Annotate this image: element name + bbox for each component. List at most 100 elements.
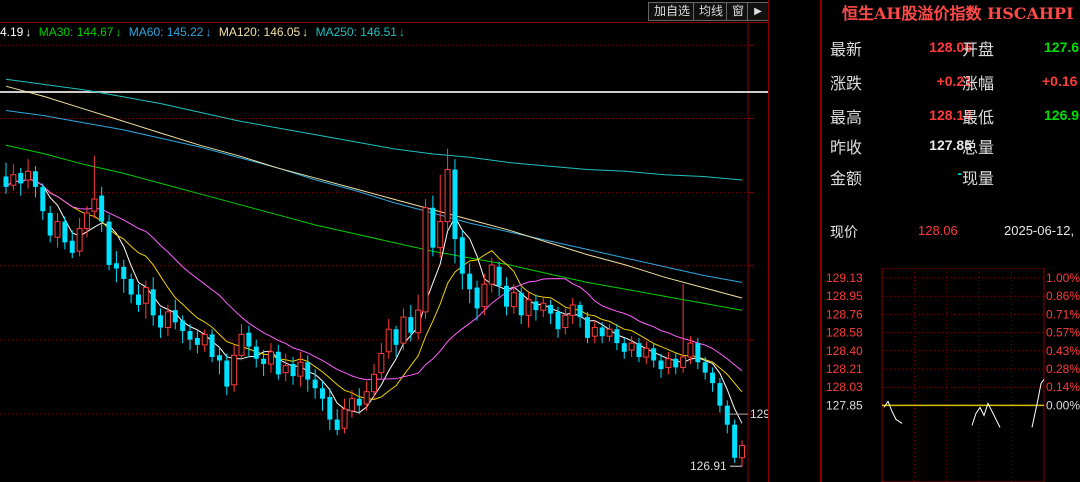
moving-average-button[interactable]: 均线: [693, 2, 729, 21]
candle-body: [584, 317, 590, 338]
candle-body: [10, 174, 17, 186]
intraday-line: [1031, 379, 1045, 428]
candle-body: [216, 355, 222, 361]
candle-body: [459, 237, 465, 274]
candle-body: [267, 351, 274, 365]
candle-body: [430, 207, 436, 248]
candle-body: [437, 221, 444, 249]
candle-body: [106, 221, 112, 266]
candle-body: [187, 330, 193, 340]
candle-body: [658, 360, 664, 370]
current-price-value: 128.06: [918, 223, 958, 238]
add-to-watchlist-button[interactable]: 加自选: [648, 2, 696, 21]
panel-gap: [769, 0, 823, 482]
candle-body: [3, 176, 9, 187]
candle-body: [297, 361, 304, 377]
quote-label: 总量: [962, 140, 995, 157]
mini-right-label: 0.71%: [1046, 307, 1080, 321]
mini-left-label: 128.76: [826, 307, 863, 321]
candle-body: [621, 343, 627, 352]
candle-body: [628, 342, 635, 351]
candle-body: [62, 221, 68, 243]
candle-body: [32, 171, 38, 187]
candle-body: [378, 353, 385, 374]
candle-body: [238, 333, 245, 356]
quote-value: 127.6: [1044, 39, 1080, 55]
quote-value: 128.14: [929, 107, 972, 123]
candle-body: [341, 408, 348, 429]
quote-label: 昨收: [830, 140, 863, 157]
candle-body: [180, 320, 186, 331]
candle-body: [599, 327, 605, 337]
candlestick-chart[interactable]: 151.16146.94142.67138.46134.18129.91129.…: [0, 22, 768, 482]
last-price-tag: 129.: [750, 407, 768, 421]
candle-body: [444, 169, 451, 223]
candle-body: [282, 365, 289, 374]
quote-value: 128.06: [929, 39, 972, 55]
candle-body: [231, 354, 238, 386]
candle-body: [113, 263, 119, 269]
candle-body: [164, 311, 171, 329]
candle-body: [555, 311, 561, 330]
ma-line-ma250: [5, 78, 743, 181]
candle-body: [172, 310, 178, 323]
candle-body: [481, 283, 488, 308]
mini-left-label: 129.13: [826, 271, 863, 285]
candle-body: [121, 266, 127, 279]
mini-right-label: 0.43%: [1046, 344, 1080, 358]
candle-body: [393, 329, 399, 345]
candle-body: [356, 398, 362, 406]
candle-body: [687, 342, 694, 358]
security-title: 恒生AH股溢价指数 HSCAHPI: [842, 4, 1074, 23]
candle-body: [724, 405, 730, 425]
candle-body: [370, 373, 378, 393]
candle-body: [422, 207, 429, 313]
mini-left-label: 128.21: [826, 362, 863, 376]
current-price-label: 现价: [830, 224, 858, 240]
candle-body: [91, 198, 98, 212]
candle-body: [673, 358, 679, 368]
play-arrow-icon[interactable]: ▶: [747, 2, 769, 21]
quote-value: -: [957, 165, 962, 181]
candle-body: [738, 445, 746, 459]
candle-body: [467, 273, 473, 290]
candle-body: [591, 327, 598, 337]
candle-body: [732, 424, 738, 458]
mini-right-label: 0.00%: [1046, 398, 1080, 412]
current-price-row: 现价 128.06 2025-06-12,: [830, 222, 1080, 242]
candle-body: [201, 333, 208, 346]
candle-body: [496, 266, 502, 286]
candle-body: [363, 391, 370, 405]
candle-body: [400, 316, 407, 344]
candle-body: [224, 360, 230, 387]
quote-value: +0.21: [936, 73, 972, 89]
candle-body: [76, 228, 83, 252]
candle-body: [327, 396, 333, 420]
candle-body: [665, 358, 672, 368]
candle-body: [643, 347, 650, 358]
candle-body: [290, 363, 296, 377]
intraday-chart[interactable]: 129.13 1.00% 128.95 0.86% 128.76 0.71% 128.58 0…: [822, 268, 1080, 482]
candle-body: [47, 212, 53, 236]
candle-body: [452, 169, 458, 239]
mini-right-label: 0.14%: [1046, 380, 1080, 394]
mini-right-label: 1.00%: [1046, 271, 1080, 285]
candle-body: [385, 328, 392, 353]
candle-body: [415, 309, 422, 334]
candle-body: [533, 301, 539, 311]
candle-body: [562, 314, 569, 329]
mini-right-label: 0.57%: [1046, 326, 1080, 340]
candle-body: [577, 304, 583, 318]
quote-label: 金额: [830, 171, 863, 188]
candle-body: [69, 240, 75, 253]
candle-body: [319, 388, 325, 399]
candle-body: [348, 398, 355, 412]
candle-body: [253, 346, 259, 359]
candle-body: [525, 299, 532, 316]
candle-body: [25, 170, 32, 181]
quote-value: +0.16: [1042, 73, 1078, 89]
candle-body: [275, 351, 281, 375]
quote-panel: 恒生AH股溢价指数 HSCAHPI 最新 128.06 开盘 127.6 涨跌 …: [822, 0, 1080, 482]
mini-left-label: 128.40: [826, 344, 863, 358]
candle-body: [614, 329, 620, 344]
